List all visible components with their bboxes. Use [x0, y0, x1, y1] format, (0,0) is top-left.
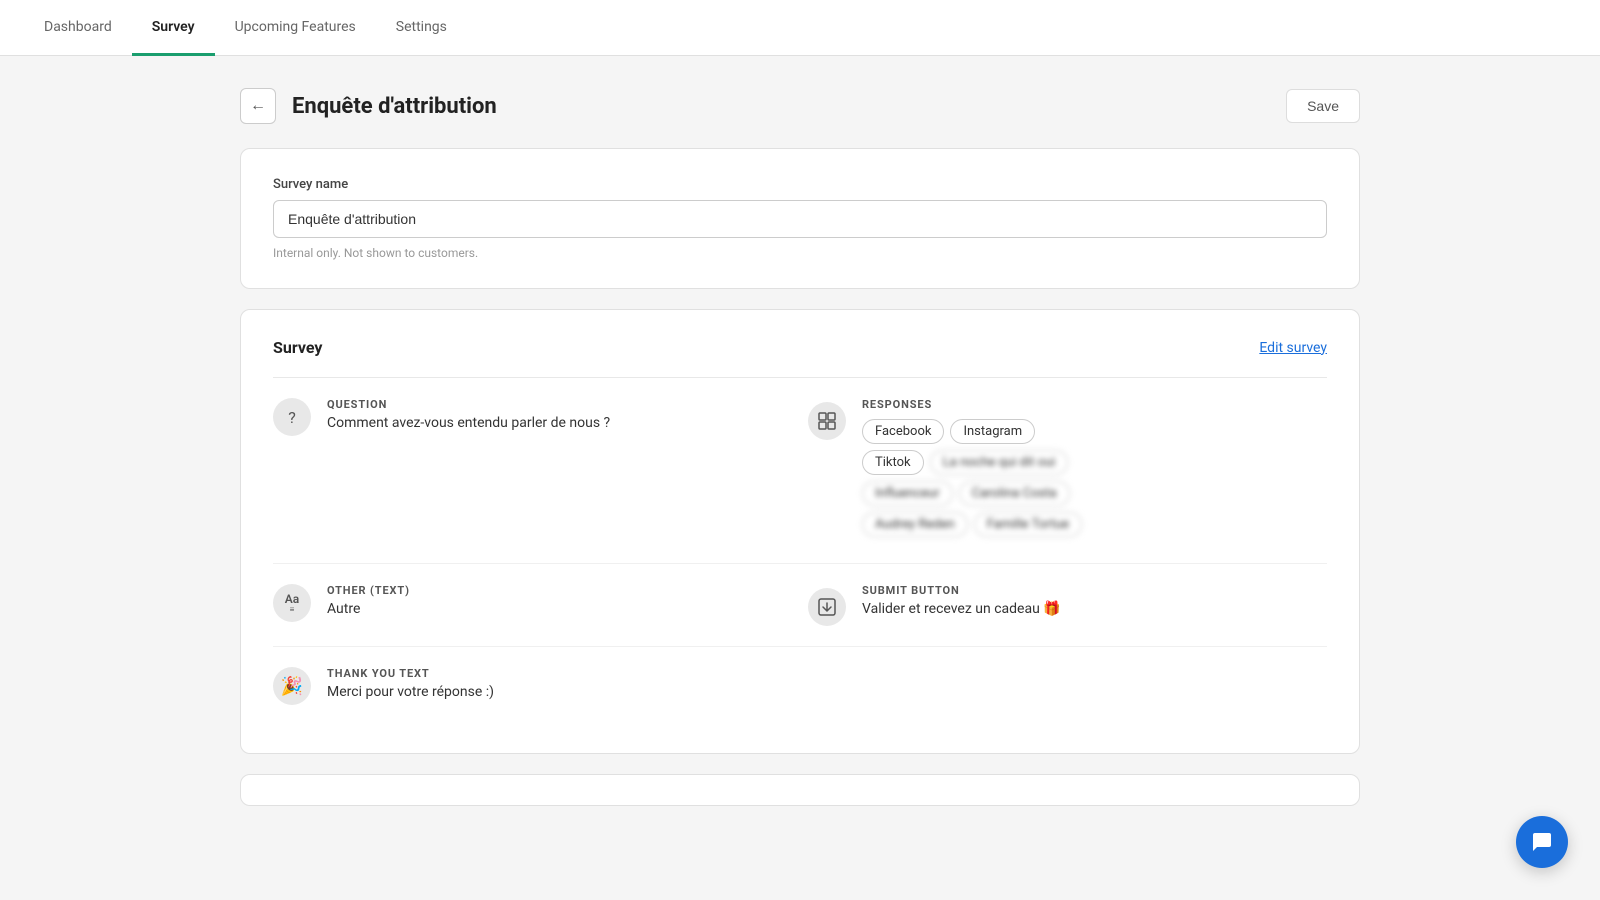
tags-row-2: Tiktok La noche qui dit oui: [862, 450, 1327, 475]
question-value: Comment avez-vous entendu parler de nous…: [327, 415, 792, 431]
tags-row-4: Audrey Reden Famille Tortue: [862, 512, 1327, 537]
tags-row-3: Influenceur Carolina Costa: [862, 481, 1327, 506]
submit-label: SUBMIT BUTTON: [862, 584, 1327, 597]
other-content: OTHER (TEXT) Autre: [327, 584, 792, 617]
tab-dashboard[interactable]: Dashboard: [24, 0, 132, 56]
tag-carolina: Carolina Costa: [959, 481, 1070, 506]
responses-content: RESPONSES Facebook Instagram Tiktok La n…: [862, 398, 1327, 543]
tab-upcoming-features[interactable]: Upcoming Features: [215, 0, 376, 56]
save-button[interactable]: Save: [1286, 89, 1360, 123]
responses-label: RESPONSES: [862, 398, 1327, 411]
survey-items-table: ? QUESTION Comment avez-vous entendu par…: [273, 377, 1327, 725]
question-icon: ?: [273, 398, 311, 436]
question-type-label: QUESTION: [327, 398, 792, 411]
survey-card: Survey Edit survey ? QUESTION Comment av…: [240, 309, 1360, 754]
page-title: Enquête d'attribution: [292, 94, 497, 119]
tab-survey[interactable]: Survey: [132, 0, 215, 56]
tags-row-1: Facebook Instagram: [862, 419, 1327, 444]
thankyou-value: Merci pour votre réponse :): [327, 684, 819, 700]
tag-facebook: Facebook: [862, 419, 944, 444]
survey-name-label: Survey name: [273, 177, 1327, 192]
tag-tiktok: Tiktok: [862, 450, 924, 475]
survey-name-card: Survey name Internal only. Not shown to …: [240, 148, 1360, 289]
tag-famille: Famille Tortue: [974, 512, 1082, 537]
tag-lanoche: La noche qui dit oui: [930, 450, 1069, 475]
survey-name-hint: Internal only. Not shown to customers.: [273, 246, 1327, 260]
tag-instagram: Instagram: [950, 419, 1035, 444]
submit-type-icon: [808, 588, 846, 626]
page-header-left: ← Enquête d'attribution: [240, 88, 497, 124]
survey-card-header: Survey Edit survey: [273, 338, 1327, 357]
chat-fab[interactable]: [1516, 816, 1568, 868]
survey-section-title: Survey: [273, 338, 322, 357]
table-row: ? QUESTION Comment avez-vous entendu par…: [273, 378, 1327, 564]
thankyou-icon: 🎉: [273, 667, 311, 705]
back-button[interactable]: ←: [240, 88, 276, 124]
other-type-label: OTHER (TEXT): [327, 584, 792, 597]
edit-survey-link[interactable]: Edit survey: [1259, 340, 1327, 356]
bottom-card-stub: [240, 774, 1360, 806]
responses-type-icon: [808, 402, 846, 440]
table-row: 🎉 THANK YOU TEXT Merci pour votre répons…: [273, 647, 1327, 725]
table-row: Aa ≡ OTHER (TEXT) Autre SUBMIT BUTTON: [273, 564, 1327, 647]
tag-influenceur: Influenceur: [862, 481, 953, 506]
thankyou-type-label: THANK YOU TEXT: [327, 667, 819, 680]
tag-audrey: Audrey Reden: [862, 512, 968, 537]
submit-value: Valider et recevez un cadeau 🎁: [862, 601, 1327, 617]
other-text-icon: Aa ≡: [273, 584, 311, 622]
thankyou-content: THANK YOU TEXT Merci pour votre réponse …: [327, 667, 819, 700]
page-content: ← Enquête d'attribution Save Survey name…: [200, 56, 1400, 858]
survey-name-input[interactable]: [273, 200, 1327, 238]
tab-settings[interactable]: Settings: [376, 0, 467, 56]
submit-content: SUBMIT BUTTON Valider et recevez un cade…: [862, 584, 1327, 617]
other-value: Autre: [327, 601, 792, 617]
top-nav: Dashboard Survey Upcoming Features Setti…: [0, 0, 1600, 56]
question-content: QUESTION Comment avez-vous entendu parle…: [327, 398, 792, 431]
page-header: ← Enquête d'attribution Save: [240, 88, 1360, 124]
